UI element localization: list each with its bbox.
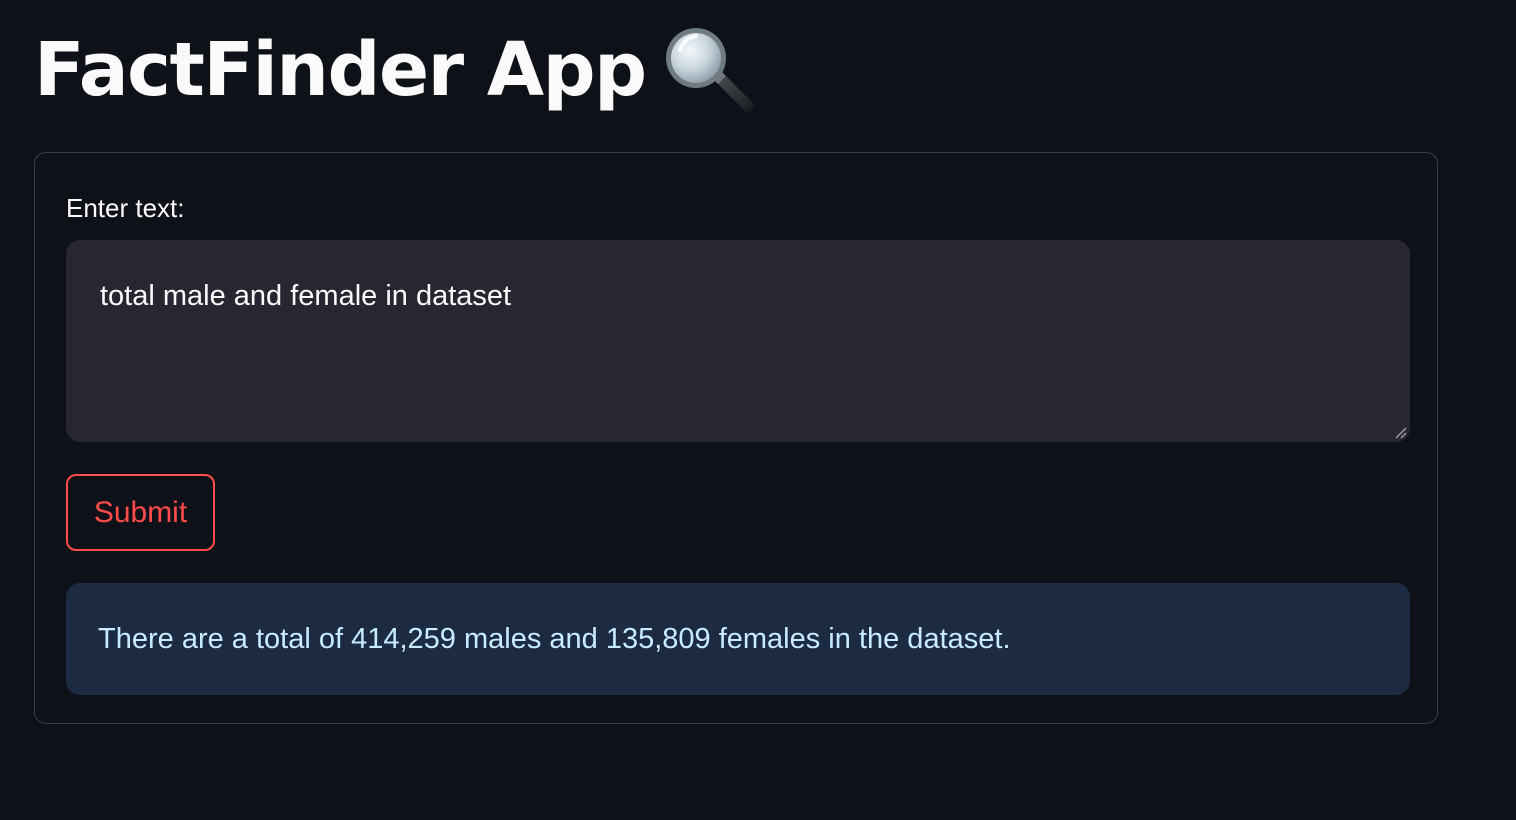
resize-handle-icon[interactable] bbox=[1392, 424, 1408, 440]
text-input-area[interactable]: total male and female in dataset bbox=[66, 240, 1410, 442]
magnifying-glass-icon bbox=[660, 22, 756, 118]
app-page: FactFinder App Enter text: total male an… bbox=[0, 0, 1516, 820]
result-message: There are a total of 414,259 males and 1… bbox=[98, 623, 1011, 655]
result-info-box: There are a total of 414,259 males and 1… bbox=[66, 583, 1410, 695]
input-form: Enter text: total male and female in dat… bbox=[34, 152, 1438, 724]
page-title-text: FactFinder App bbox=[34, 27, 647, 113]
text-input-value: total male and female in dataset bbox=[100, 280, 512, 312]
page-title: FactFinder App bbox=[34, 22, 756, 118]
submit-button[interactable]: Submit bbox=[66, 474, 215, 551]
text-input-label: Enter text: bbox=[66, 193, 185, 223]
